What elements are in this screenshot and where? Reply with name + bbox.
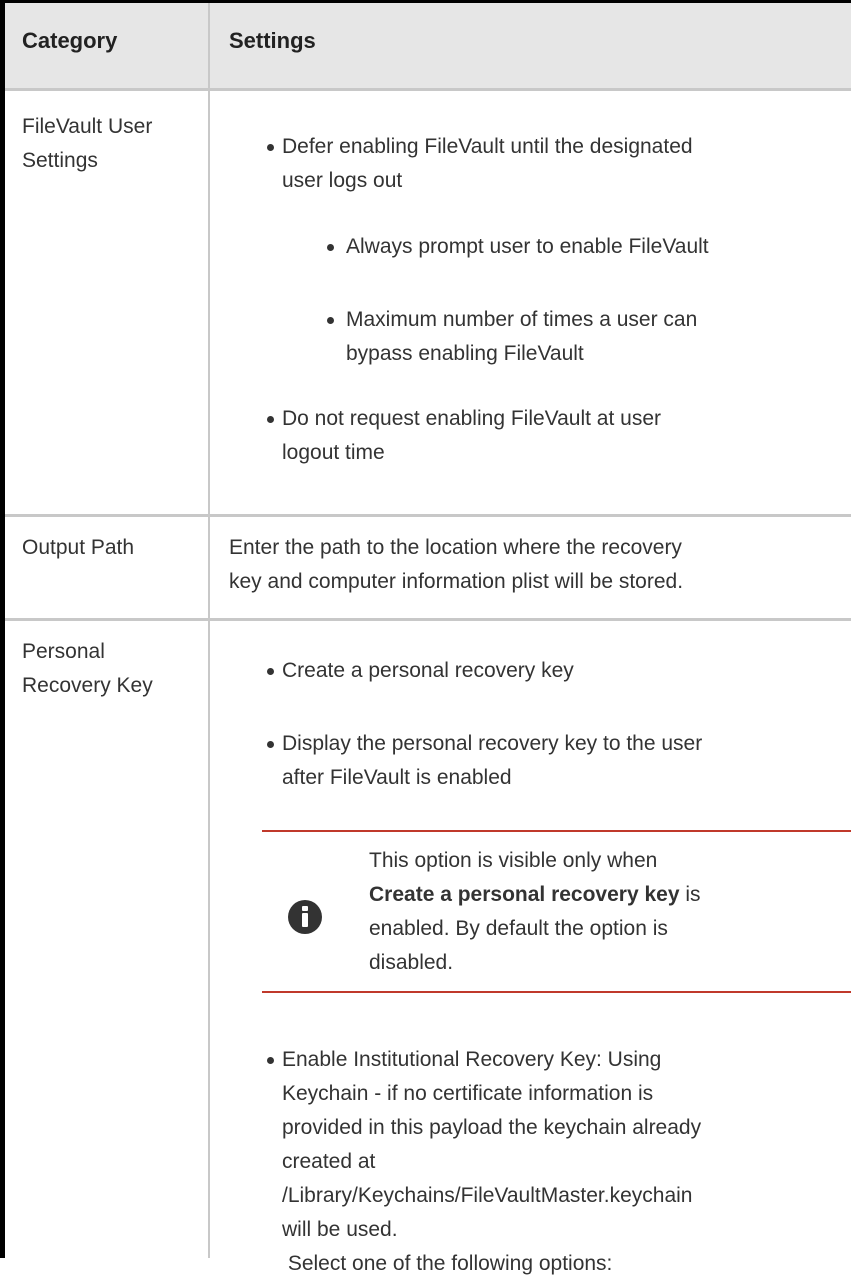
bullet xyxy=(327,244,334,251)
bullet xyxy=(267,416,274,423)
bullet xyxy=(267,1057,274,1064)
list-item: Defer enabling FileVault until the desig… xyxy=(282,135,693,192)
header-settings: Settings xyxy=(229,28,316,53)
category-personal-recovery-key: Personal Recovery Key xyxy=(22,640,153,697)
note-top-rule xyxy=(262,830,851,832)
column-divider xyxy=(208,3,210,1258)
bullet xyxy=(267,144,274,151)
list-item: Display the personal recovery key to the… xyxy=(282,732,703,789)
list-item: Do not request enabling FileVault at use… xyxy=(282,407,662,464)
row-divider xyxy=(5,618,851,621)
category-filevault-user-settings: FileVault User Settings xyxy=(22,115,153,172)
note-bold-text: Create a personal recovery key xyxy=(369,883,680,906)
bullet xyxy=(327,317,334,324)
settings-table: Category Settings FileVault User Setting… xyxy=(0,0,851,1275)
table-header-row xyxy=(5,3,851,88)
note-bottom-rule xyxy=(262,991,851,993)
info-icon xyxy=(288,900,322,934)
list-item: Maximum number of times a user can bypas… xyxy=(346,308,698,365)
header-category: Category xyxy=(22,28,118,53)
row-divider xyxy=(5,514,851,517)
list-item: Always prompt user to enable FileVault xyxy=(346,235,709,258)
table-left-border xyxy=(0,0,5,1258)
output-path-description: Enter the path to the location where the… xyxy=(229,536,684,593)
note-text: This option is visible only when Create … xyxy=(369,849,701,974)
category-output-path: Output Path xyxy=(22,536,135,559)
bullet xyxy=(267,668,274,675)
list-item: Create a personal recovery key xyxy=(282,659,574,682)
bullet xyxy=(267,741,274,748)
list-item: Enable Institutional Recovery Key: Using… xyxy=(282,1048,702,1275)
row-divider xyxy=(5,88,851,91)
